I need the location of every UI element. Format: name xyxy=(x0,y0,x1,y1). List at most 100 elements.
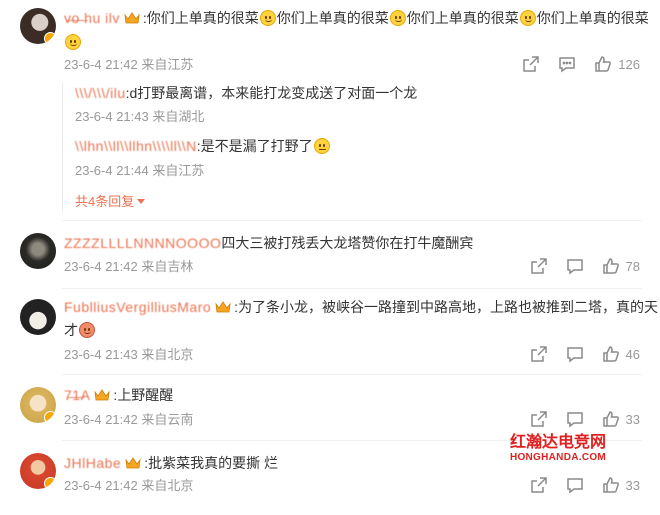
comment-icon xyxy=(566,259,583,275)
reply-meta: 23-6-4 21:43 来自湖北 xyxy=(75,108,204,126)
comment-location: 来自北京 xyxy=(141,347,194,362)
crown-badge-icon xyxy=(94,389,111,401)
expand-replies-label: 共4条回复 xyxy=(75,194,135,209)
divider xyxy=(62,288,642,289)
comment-text: 你们上单真的很菜 xyxy=(146,10,259,26)
site-watermark: 红瀚达电竞网 HONGHANDA.COM xyxy=(502,432,614,468)
comment-text: 批紫菜我真的要撕 烂 xyxy=(148,455,278,471)
like-button[interactable]: 126 xyxy=(594,55,640,73)
comment-actions: 33 xyxy=(512,410,640,428)
share-button[interactable] xyxy=(530,476,548,494)
comment-item: v̶o̶ ̶hu ilv:你们上单真的很菜 你们上单真的很菜 你们上单真的很菜 你们上… xyxy=(0,0,660,215)
share-icon xyxy=(523,56,540,72)
like-count: 33 xyxy=(625,411,640,427)
crown-badge-icon xyxy=(215,301,231,313)
avatar[interactable] xyxy=(20,453,56,489)
share-button[interactable] xyxy=(530,257,548,275)
comment-button[interactable] xyxy=(566,410,584,428)
comment-location: 来自北京 xyxy=(141,478,194,493)
comment-text: 为了条小龙，被峡谷一路撞到中路高地，上路也被推到二塔，真的天 xyxy=(238,299,659,315)
watermark-domain: HONGHANDA.COM xyxy=(509,452,607,463)
comment-icon xyxy=(566,478,583,494)
reply-username[interactable]: \\lhn\\ll\\llhn\\\\ll\\N xyxy=(75,138,197,154)
avatar[interactable] xyxy=(20,233,56,269)
reply-username[interactable]: \\\/\\\/ilu xyxy=(75,85,126,101)
reply-time: 23-6-4 21:44 xyxy=(75,163,149,178)
avatar[interactable] xyxy=(20,8,56,44)
comment-button[interactable] xyxy=(558,55,576,73)
comment-meta: 23-6-4 21:42 来自北京 xyxy=(64,477,193,495)
verified-badge xyxy=(44,32,56,44)
comment-actions: 78 xyxy=(512,257,640,275)
comment-button[interactable] xyxy=(566,257,584,275)
reply-time: 23-6-4 21:43 xyxy=(75,109,149,124)
divider xyxy=(62,220,642,221)
comment-username[interactable]: 7̶1̶A xyxy=(64,387,90,403)
comment-meta: 23-6-4 21:42 来自云南 xyxy=(64,411,193,429)
like-button[interactable]: 78 xyxy=(602,257,640,275)
comment-icon xyxy=(566,412,583,428)
share-icon xyxy=(530,411,547,427)
verified-badge xyxy=(44,477,56,489)
like-button[interactable]: 46 xyxy=(602,345,640,363)
smile-emoji-icon xyxy=(65,34,81,50)
sweat-emoji-icon xyxy=(79,322,95,338)
like-button[interactable]: 33 xyxy=(602,476,640,494)
divider xyxy=(62,374,642,375)
avatar[interactable] xyxy=(20,299,56,335)
comment-item: ZZZZLLLLNNNNOOOO四大三被打残丢大龙塔赞你在打牛魔酬宾 23-6-… xyxy=(0,228,660,284)
expand-replies-link[interactable]: 共4条回复 xyxy=(75,191,146,210)
comment-time: 23-6-4 21:42 xyxy=(64,57,138,72)
reply-location: 来自江苏 xyxy=(152,163,205,178)
comment-item: FublliusVergilliusMaro:为了条小龙，被峡谷一路撞到中路高地… xyxy=(0,292,660,372)
like-icon xyxy=(602,411,619,427)
comment-actions: 46 xyxy=(512,345,640,363)
smile-emoji-icon xyxy=(519,10,536,26)
like-button[interactable]: 33 xyxy=(602,410,640,428)
comment-text: 上野醒醒 xyxy=(117,387,174,403)
comment-location: 来自江苏 xyxy=(141,57,194,72)
comment-actions: 33 xyxy=(512,476,640,494)
reply-text: d打野最离谱，本来能打龙变成送了对面一个龙 xyxy=(129,85,418,101)
comment-location: 来自云南 xyxy=(141,412,194,427)
comment-text: 四大三被打残丢大龙塔赞你在打牛魔酬宾 xyxy=(221,235,474,251)
crown-badge-icon xyxy=(125,457,141,469)
comment-button[interactable] xyxy=(566,476,584,494)
reply-meta: 23-6-4 21:44 来自江苏 xyxy=(75,162,204,180)
comment-username[interactable]: FublliusVergilliusMaro xyxy=(64,299,211,315)
smile-emoji-icon xyxy=(389,10,406,26)
verified-badge xyxy=(44,411,56,423)
like-count: 33 xyxy=(625,477,640,493)
comment-item: 7̶1̶A:上野醒醒 23-6-4 21:42 来自云南 33 xyxy=(0,380,660,436)
comment-username[interactable]: ZZZZLLLLNNNNOOOO xyxy=(64,235,221,251)
reply-text: 是不是漏了打野了 xyxy=(200,138,313,154)
avatar[interactable] xyxy=(20,387,56,423)
smile-emoji-icon xyxy=(259,10,276,26)
comment-meta: 23-6-4 21:42 来自江苏 xyxy=(64,56,193,74)
comment-time: 23-6-4 21:43 xyxy=(64,347,138,362)
comment-actions: 126 xyxy=(504,55,640,73)
comment-text: 你们上单真的很菜 xyxy=(276,10,389,26)
comment-text: 你们上单真的很菜 xyxy=(536,10,649,26)
share-button[interactable] xyxy=(522,55,540,73)
comment-username[interactable]: JHlHabe xyxy=(64,455,121,471)
comment-meta: 23-6-4 21:42 来自吉林 xyxy=(64,258,193,276)
comment-time: 23-6-4 21:42 xyxy=(64,478,138,493)
caret-down-icon xyxy=(137,199,146,204)
like-count: 46 xyxy=(625,346,640,362)
watermark-title: 红瀚达电竞网 xyxy=(509,432,606,451)
like-icon xyxy=(602,346,619,362)
comment-button[interactable] xyxy=(566,345,584,363)
like-icon xyxy=(602,258,619,274)
comment-time: 23-6-4 21:42 xyxy=(64,412,138,427)
share-icon xyxy=(530,477,547,493)
comment-icon xyxy=(559,57,576,73)
share-icon xyxy=(530,346,547,362)
comment-text: 才 xyxy=(64,322,78,338)
share-button[interactable] xyxy=(530,410,548,428)
crown-badge-icon xyxy=(124,12,140,24)
comment-username[interactable]: v̶o̶ ̶hu ilv xyxy=(64,10,120,26)
share-button[interactable] xyxy=(530,345,548,363)
crying-emoji-icon xyxy=(313,138,330,154)
comment-location: 来自吉林 xyxy=(141,259,194,274)
